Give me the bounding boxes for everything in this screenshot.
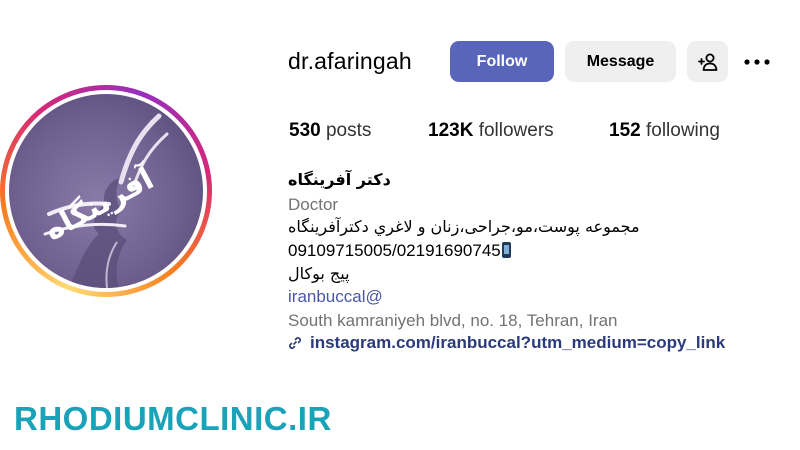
phone-numbers: 09109715005/02191690745	[288, 241, 501, 260]
bio-phones: 09109715005/02191690745	[288, 241, 511, 261]
profile-stats: 530 posts 123K followers 152 following	[0, 120, 800, 146]
full-name: دکتر آفرینگاه	[288, 170, 391, 189]
more-options-button[interactable]	[740, 50, 776, 74]
suggested-users-button[interactable]	[687, 41, 728, 82]
followers-count: 123K	[428, 120, 474, 141]
posts-label: posts	[325, 120, 372, 141]
mention-link[interactable]: iranbuccal@	[288, 287, 383, 307]
more-horizontal-icon	[744, 59, 770, 65]
add-user-icon	[697, 53, 717, 71]
follow-button-label: Follow	[476, 52, 528, 70]
followers-stat[interactable]: 123K followers	[428, 120, 554, 142]
story-ring[interactable]: آفرینگاه	[0, 85, 212, 297]
mobile-phone-icon	[501, 242, 511, 258]
posts-count: 530	[289, 120, 321, 141]
follow-button[interactable]: Follow	[450, 41, 554, 82]
posts-stat: 530 posts	[289, 120, 371, 142]
category-label: Doctor	[288, 195, 339, 214]
address-text: South kamraniyeh blvd, no. 18, Tehran, I…	[288, 311, 618, 330]
external-link[interactable]: instagram.com/iranbuccal?utm_medium=copy…	[288, 333, 725, 353]
message-button-label: Message	[586, 52, 655, 70]
following-label: following	[645, 120, 720, 141]
followers-label: followers	[478, 120, 554, 141]
following-stat[interactable]: 152 following	[609, 120, 720, 142]
following-count: 152	[609, 120, 641, 141]
bio-page-line: پیج بوکال	[288, 264, 350, 283]
username: dr.afaringah	[288, 48, 412, 74]
profile-page: آفرینگاه dr.afaringah Follow Message 530…	[0, 0, 800, 450]
watermark-text: RHODIUMCLINIC.IR	[14, 400, 332, 437]
message-button[interactable]: Message	[565, 41, 676, 82]
bio-description: مجموعه پوست،مو،جراحی،زنان و لاغري دکترآف…	[288, 217, 640, 236]
external-link-text: instagram.com/iranbuccal?utm_medium=copy…	[310, 333, 726, 352]
link-icon	[289, 337, 301, 349]
